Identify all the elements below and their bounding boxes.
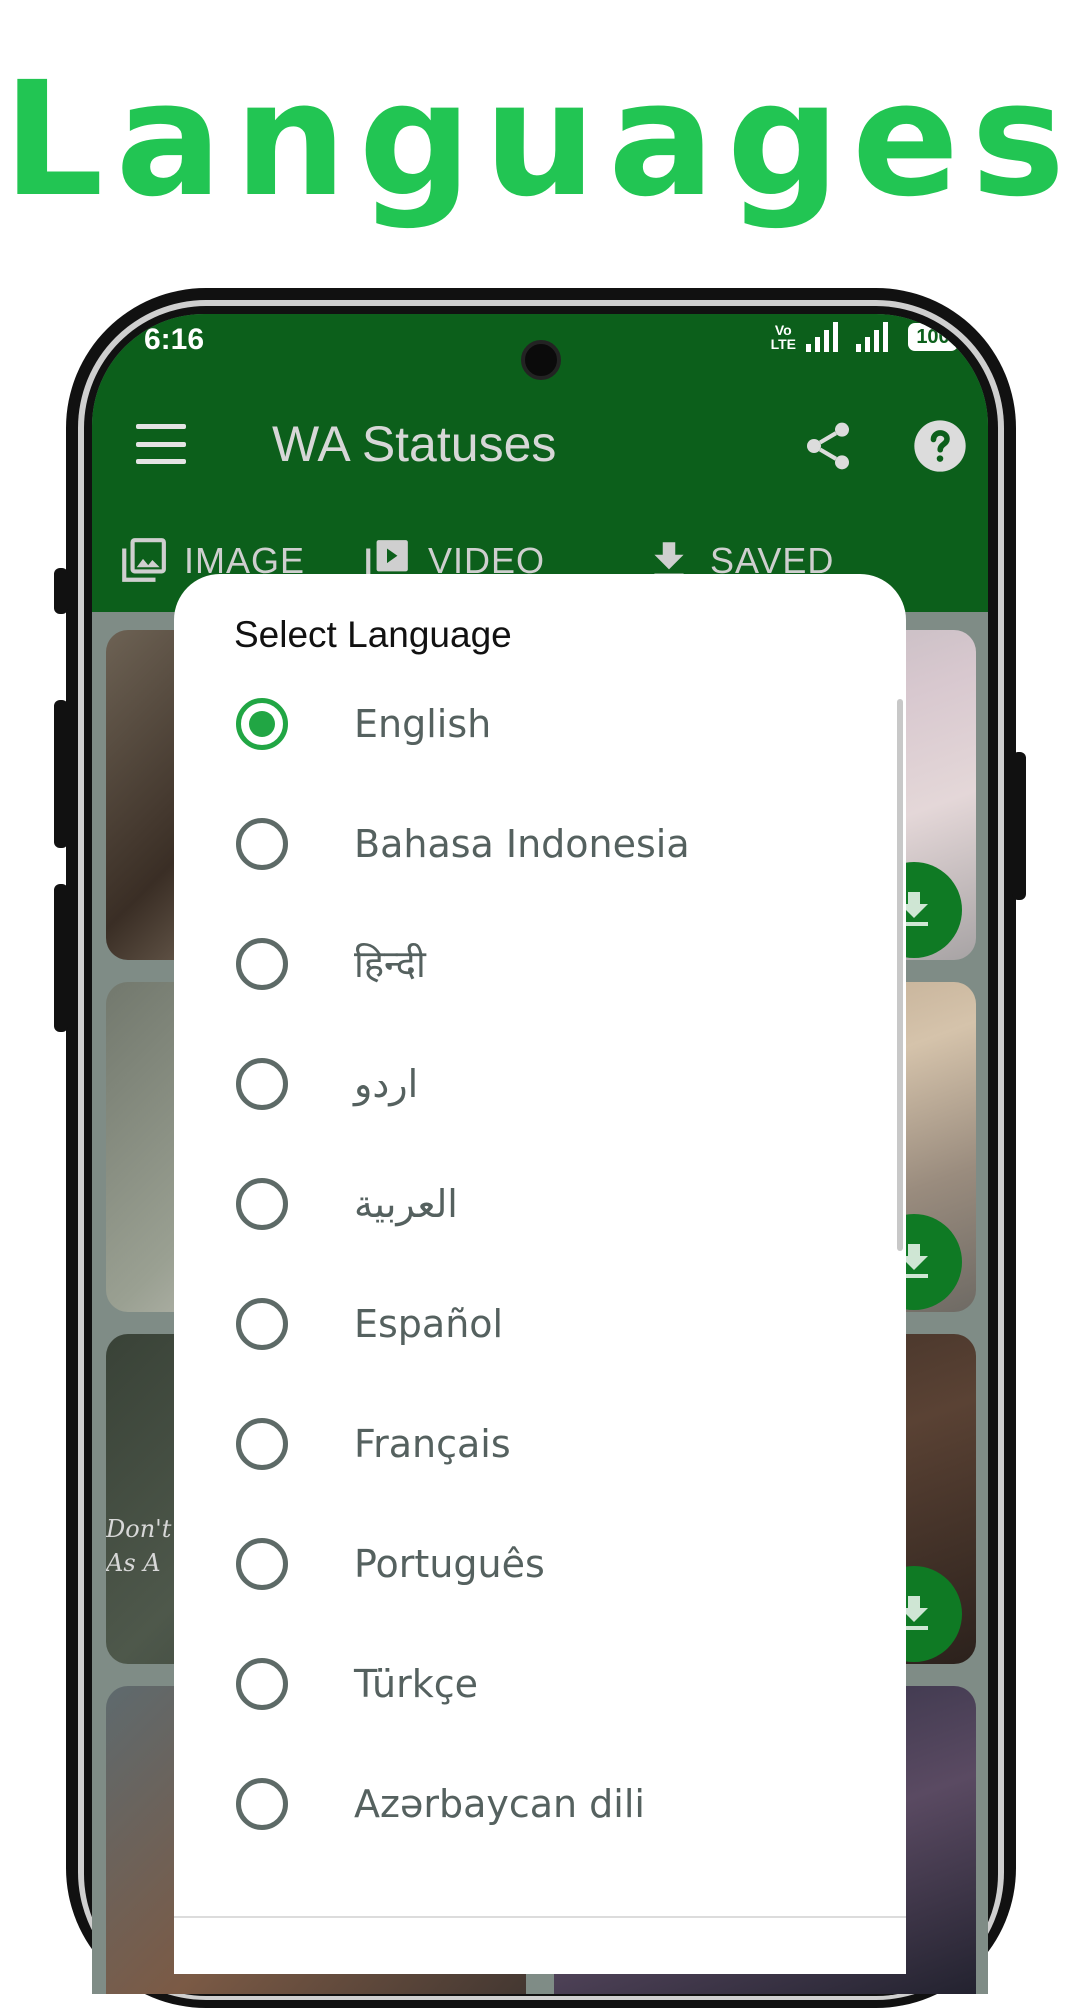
dialog-title: Select Language bbox=[234, 614, 512, 655]
phone-volume-down-button bbox=[54, 884, 68, 1032]
radio-button[interactable] bbox=[236, 1658, 288, 1710]
radio-button[interactable] bbox=[236, 818, 288, 870]
hamburger-menu-icon[interactable] bbox=[136, 424, 186, 464]
radio-button[interactable] bbox=[236, 1298, 288, 1350]
signal-icon bbox=[806, 322, 838, 352]
image-icon bbox=[122, 538, 166, 582]
battery-icon: 100 bbox=[908, 323, 962, 351]
phone-side-button bbox=[54, 568, 68, 614]
app-title: WA Statuses bbox=[272, 416, 557, 472]
language-option-french[interactable]: Français bbox=[174, 1384, 874, 1504]
dialog-scrollbar[interactable] bbox=[897, 699, 903, 1251]
signal-icon bbox=[856, 322, 888, 352]
language-label: Français bbox=[354, 1422, 511, 1466]
language-label: اردو bbox=[354, 1062, 419, 1106]
language-option-azerbaijani[interactable]: Azərbaycan dili bbox=[174, 1744, 874, 1864]
language-option-bahasa-indonesia[interactable]: Bahasa Indonesia bbox=[174, 784, 874, 904]
language-option-spanish[interactable]: Español bbox=[174, 1264, 874, 1384]
language-label: Türkçe bbox=[354, 1662, 478, 1706]
status-icons: Vo LTE 100 bbox=[770, 322, 962, 352]
language-label: Bahasa Indonesia bbox=[354, 822, 690, 866]
radio-button[interactable] bbox=[236, 938, 288, 990]
language-label: Español bbox=[354, 1302, 504, 1346]
status-time: 6:16 bbox=[144, 323, 205, 356]
language-label: Azərbaycan dili bbox=[354, 1782, 645, 1826]
language-label: हिन्दी bbox=[354, 942, 426, 986]
radio-button[interactable] bbox=[236, 1058, 288, 1110]
radio-button[interactable] bbox=[236, 1178, 288, 1230]
front-camera bbox=[521, 340, 561, 380]
radio-button-selected[interactable] bbox=[236, 698, 288, 750]
thumbnail-overlay-text: Don't As A bbox=[106, 1515, 172, 1577]
language-options-list: English Bahasa Indonesia हिन्दी اردو الع… bbox=[174, 664, 874, 1864]
help-icon[interactable] bbox=[912, 418, 968, 474]
language-option-urdu[interactable]: اردو bbox=[174, 1024, 874, 1144]
language-option-english[interactable]: English bbox=[174, 664, 874, 784]
radio-button[interactable] bbox=[236, 1418, 288, 1470]
app-bar: 6:16 Vo LTE 100 WA Statuses IMAGE VIDEO … bbox=[92, 314, 988, 612]
share-icon[interactable] bbox=[800, 418, 856, 474]
language-option-arabic[interactable]: العربية bbox=[174, 1144, 874, 1264]
phone-power-button bbox=[1012, 752, 1026, 900]
promo-headline: Languages bbox=[2, 48, 1078, 232]
language-option-hindi[interactable]: हिन्दी bbox=[174, 904, 874, 1024]
radio-button[interactable] bbox=[236, 1778, 288, 1830]
language-label: العربية bbox=[354, 1182, 458, 1226]
volte-icon: Vo LTE bbox=[770, 322, 796, 352]
language-label: Português bbox=[354, 1542, 545, 1586]
language-option-portuguese[interactable]: Português bbox=[174, 1504, 874, 1624]
select-language-dialog: Select Language English Bahasa Indonesia… bbox=[174, 574, 906, 1974]
radio-button[interactable] bbox=[236, 1538, 288, 1590]
phone-volume-up-button bbox=[54, 700, 68, 848]
language-label: English bbox=[354, 702, 492, 746]
dialog-divider bbox=[174, 1916, 906, 1918]
language-option-turkish[interactable]: Türkçe bbox=[174, 1624, 874, 1744]
